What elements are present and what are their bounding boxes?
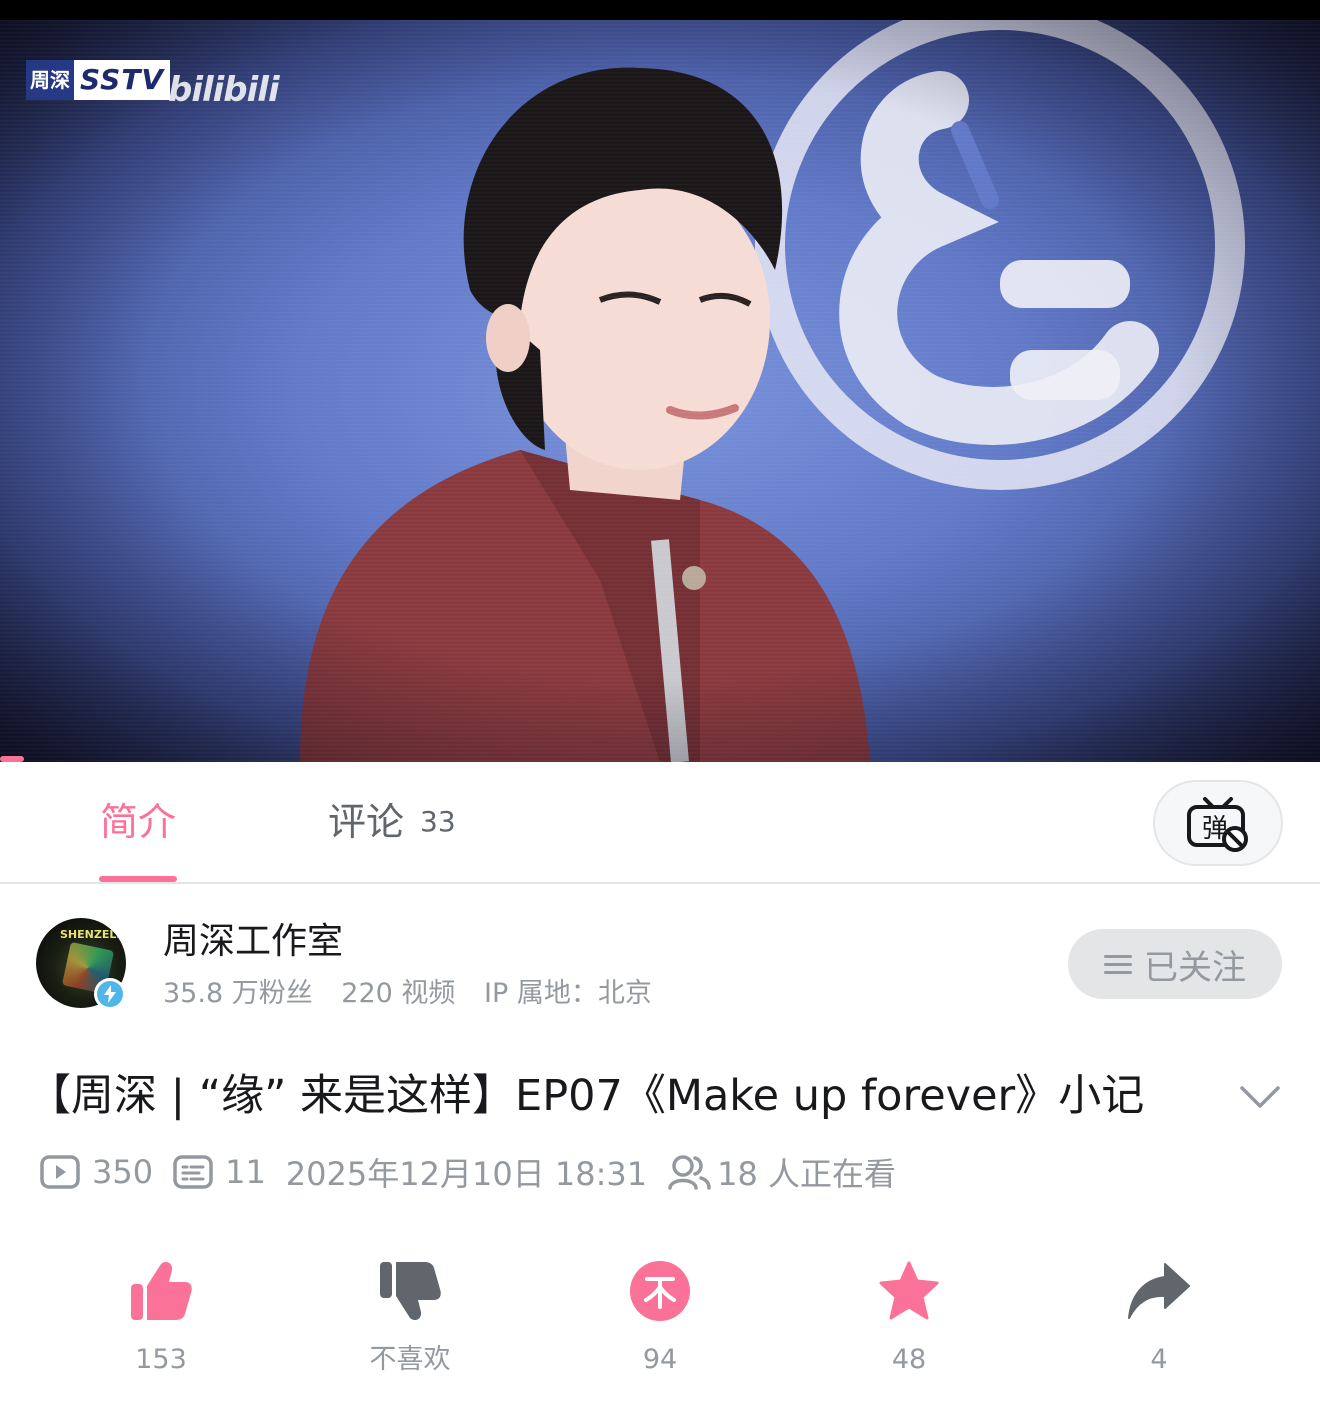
danmaku-count-icon xyxy=(173,1155,213,1189)
follow-button[interactable]: 已关注 xyxy=(1068,929,1282,999)
active-tab-indicator xyxy=(99,876,177,882)
share-button[interactable]: 4 xyxy=(1079,1258,1239,1378)
watching-count-value: 18 人正在看 xyxy=(717,1155,896,1193)
channel-logo: 周深 SSTV xyxy=(26,60,171,100)
coin-button[interactable]: 94 xyxy=(580,1258,740,1378)
channel-logo-cn: 周深 xyxy=(26,60,74,100)
danmaku-toggle-button[interactable]: 弹 xyxy=(1153,780,1283,866)
danmaku-count-value: 11 xyxy=(225,1153,266,1191)
like-button[interactable]: 153 xyxy=(81,1258,241,1378)
video-frame[interactable]: 周深 SSTV bilibili xyxy=(0,20,1320,762)
dislike-button[interactable]: 不喜欢 xyxy=(330,1258,490,1378)
view-count: 350 xyxy=(40,1153,153,1191)
bilibili-watermark: bilibili xyxy=(168,70,280,110)
menu-icon xyxy=(1104,954,1132,974)
danmaku-off-icon: 弹 xyxy=(1187,797,1248,852)
tab-intro[interactable]: 简介 xyxy=(100,794,176,850)
follower-count: 35.8 万粉丝 xyxy=(163,978,313,1009)
tab-bar: 简介 评论 33 弹 xyxy=(0,762,1320,884)
video-detail-page: 周深 SSTV bilibili 简介 评论 33 弹 SHENZELF 周深工… xyxy=(0,0,1320,1404)
tab-comments[interactable]: 评论 33 xyxy=(328,794,456,850)
danmaku-count: 11 xyxy=(173,1153,266,1191)
people-icon xyxy=(668,1155,711,1190)
ip-location: IP 属地：北京 xyxy=(484,978,652,1009)
favorite-count: 48 xyxy=(891,1344,927,1375)
uploader-name[interactable]: 周深工作室 xyxy=(163,918,343,966)
like-count: 153 xyxy=(135,1344,187,1375)
video-title: 【周深 | “缘” 来是这样】EP07《Make up forever》小记 xyxy=(28,1071,1145,1121)
channel-logo-sstv: SSTV xyxy=(74,60,171,100)
dislike-label: 不喜欢 xyxy=(369,1344,451,1375)
uploader-stats: 35.8 万粉丝 220 视频 IP 属地：北京 xyxy=(163,974,672,1014)
tab-comments-label: 评论 xyxy=(328,800,405,844)
video-meta: 350 11 2025年12月10日 18:31 18 人正在看 xyxy=(40,1150,916,1194)
publish-time: 2025年12月10日 18:31 xyxy=(285,1155,648,1193)
follow-button-label: 已关注 xyxy=(1144,947,1246,988)
tab-comments-count: 33 xyxy=(420,805,456,838)
share-count: 4 xyxy=(1150,1344,1168,1375)
favorite-button[interactable]: 48 xyxy=(829,1258,989,1378)
coin-icon xyxy=(630,1261,690,1321)
watching-count: 18 人正在看 xyxy=(667,1149,896,1195)
video-player[interactable]: 周深 SSTV bilibili xyxy=(0,0,1320,762)
thumbs-down-icon xyxy=(380,1262,441,1320)
lightning-icon xyxy=(104,985,116,1003)
star-icon xyxy=(879,1261,939,1320)
video-scene xyxy=(300,20,1245,762)
coin-count: 94 xyxy=(642,1344,678,1375)
video-count: 220 视频 xyxy=(341,978,456,1009)
view-count-value: 350 xyxy=(92,1153,154,1191)
play-count-icon xyxy=(40,1155,80,1189)
avatar-text: SHENZELF xyxy=(60,928,124,941)
chevron-down-icon[interactable] xyxy=(1238,1082,1282,1112)
verified-badge-icon xyxy=(94,978,126,1010)
share-icon xyxy=(1128,1263,1190,1319)
thumbs-up-icon xyxy=(131,1262,192,1320)
